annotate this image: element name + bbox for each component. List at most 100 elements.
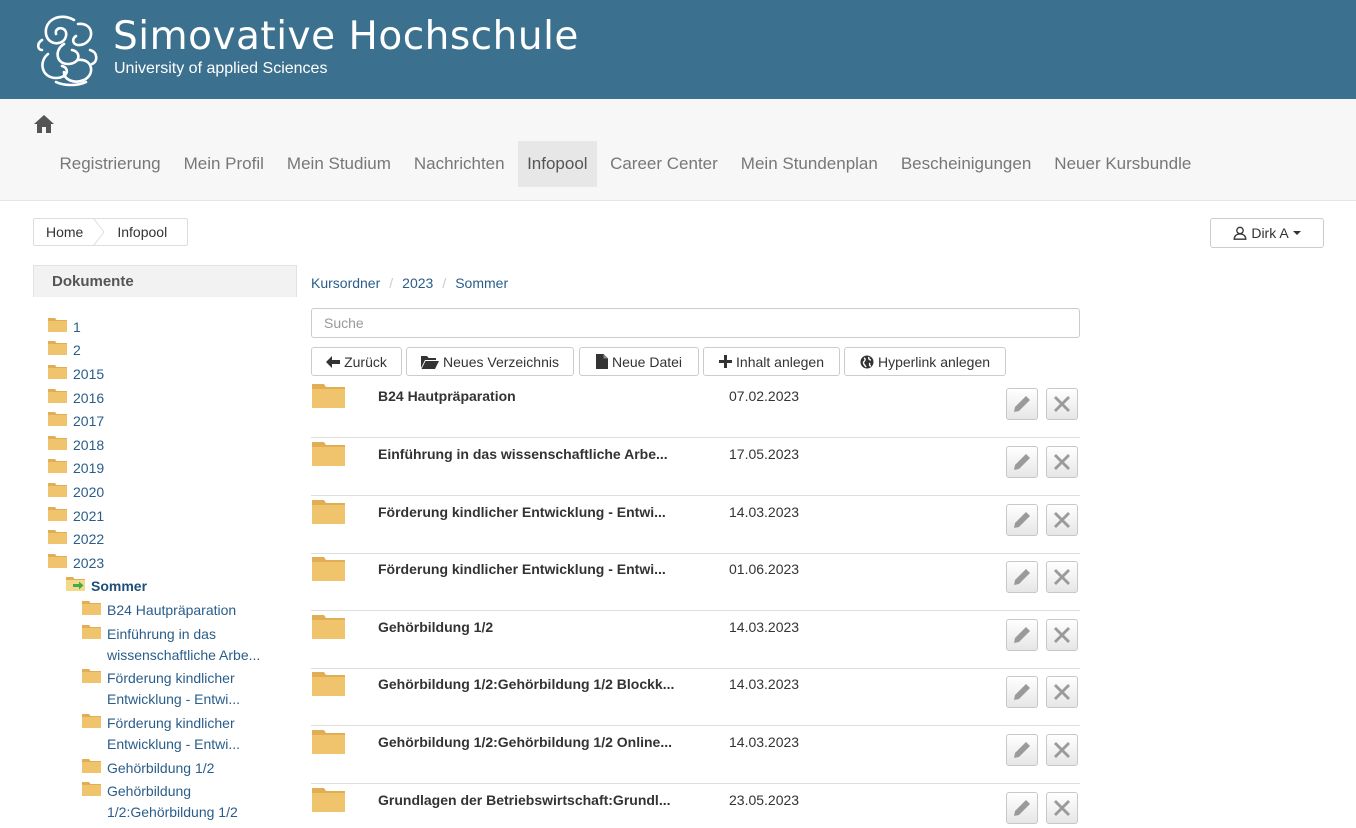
- tree-folder-2022[interactable]: 2022: [73, 529, 104, 550]
- edit-button[interactable]: [1006, 446, 1038, 478]
- pencil-icon: [1014, 627, 1030, 643]
- row-name[interactable]: Grundlagen der Betriebswirtschaft:Grundl…: [378, 792, 670, 808]
- folder-icon: [312, 442, 345, 466]
- tree-child-b24[interactable]: B24 Hautpräparation: [107, 600, 236, 621]
- tree-child-einfuehrung-line2[interactable]: wissenschaftliche Arbe...: [107, 645, 260, 666]
- tree-folder-2017[interactable]: 2017: [73, 411, 104, 432]
- tree-folder-2018[interactable]: 2018: [73, 435, 104, 456]
- home-icon[interactable]: [33, 113, 55, 135]
- edit-button[interactable]: [1006, 619, 1038, 651]
- tree-folder-2020[interactable]: 2020: [73, 482, 104, 503]
- nav-item-career-center[interactable]: Career Center: [599, 141, 730, 187]
- row-name[interactable]: Förderung kindlicher Entwicklung - Entwi…: [378, 561, 666, 577]
- folder-open-current-icon: [66, 577, 85, 591]
- folder-icon: [312, 500, 345, 524]
- nav-item-mein-profil[interactable]: Mein Profil: [172, 141, 275, 187]
- tree-child-gehoerbildung[interactable]: Gehörbildung 1/2: [107, 758, 214, 779]
- folder-icon: [48, 341, 67, 355]
- pencil-icon: [1014, 684, 1030, 700]
- row-date: 14.03.2023: [729, 676, 800, 692]
- table-row: Förderung kindlicher Entwicklung - Entwi…: [311, 496, 1080, 554]
- nav-item-mein-studium[interactable]: Mein Studium: [275, 141, 402, 187]
- folder-icon: [82, 759, 101, 773]
- folder-icon: [82, 782, 101, 796]
- tree-child-foerderung-b-line1[interactable]: Förderung kindlicher: [107, 713, 235, 734]
- breadcrumb-home-link[interactable]: Home: [34, 224, 95, 240]
- arrow-left-icon: [326, 355, 341, 368]
- folder-icon: [312, 615, 345, 639]
- row-date: 23.05.2023: [729, 792, 800, 808]
- nav-item-registrierung[interactable]: Registrierung: [48, 141, 172, 187]
- tree-folder-2016[interactable]: 2016: [73, 388, 104, 409]
- user-menu-button[interactable]: Dirk A: [1210, 218, 1324, 248]
- nav-item-infopool[interactable]: Infopool: [518, 141, 597, 187]
- folder-icon: [312, 788, 345, 812]
- delete-button[interactable]: [1046, 504, 1078, 536]
- table-row: Gehörbildung 1/2:Gehörbildung 1/2 Online…: [311, 726, 1080, 784]
- add-hyperlink-button[interactable]: Hyperlink anlegen: [844, 347, 1006, 376]
- add-hyperlink-button-label: Hyperlink anlegen: [877, 353, 991, 370]
- delete-button[interactable]: [1046, 734, 1078, 766]
- delete-button[interactable]: [1046, 619, 1078, 651]
- delete-button[interactable]: [1046, 676, 1078, 708]
- tree-folder-2021[interactable]: 2021: [73, 506, 104, 527]
- path-item-2023[interactable]: 2023: [402, 275, 433, 291]
- row-name[interactable]: Gehörbildung 1/2: [378, 619, 493, 635]
- new-directory-button[interactable]: Neues Verzeichnis: [406, 347, 574, 376]
- table-row: Förderung kindlicher Entwicklung - Entwi…: [311, 553, 1080, 611]
- add-content-button[interactable]: Inhalt anlegen: [703, 347, 840, 376]
- user-name: Dirk A: [1251, 225, 1289, 241]
- tree-child-gehoerbildung-2-line2[interactable]: 1/2:Gehörbildung 1/2: [107, 802, 238, 823]
- path-item-kursordner[interactable]: Kursordner: [311, 275, 380, 291]
- edit-button[interactable]: [1006, 676, 1038, 708]
- delete-button[interactable]: [1046, 446, 1078, 478]
- delete-button[interactable]: [1046, 792, 1078, 824]
- breadcrumb-current: Infopool: [117, 224, 168, 240]
- new-file-button-label: Neue Datei: [611, 353, 683, 370]
- tree-child-foerderung-a-line1[interactable]: Förderung kindlicher: [107, 668, 235, 689]
- nav-item-neuer-kursbundle[interactable]: Neuer Kursbundle: [1043, 141, 1203, 187]
- row-name[interactable]: Einführung in das wissenschaftliche Arbe…: [378, 446, 668, 462]
- tree-folder-2019[interactable]: 2019: [73, 458, 104, 479]
- row-name[interactable]: B24 Hautpräparation: [378, 388, 516, 404]
- tree-folder-2015[interactable]: 2015: [73, 364, 104, 385]
- folder-icon: [48, 507, 67, 521]
- tree-child-foerderung-b-line2[interactable]: Entwicklung - Entwi...: [107, 734, 240, 755]
- pencil-icon: [1014, 569, 1030, 585]
- row-date: 14.03.2023: [729, 734, 800, 750]
- nav-menu: Registrierung Mein Profil Mein Studium N…: [48, 141, 1203, 187]
- edit-button[interactable]: [1006, 388, 1038, 420]
- delete-button[interactable]: [1046, 388, 1078, 420]
- tree-folder-2[interactable]: 2: [73, 340, 81, 361]
- tree-child-gehoerbildung-2-line1[interactable]: Gehörbildung: [107, 781, 191, 802]
- close-icon: [1054, 512, 1070, 528]
- user-icon: [1233, 226, 1247, 240]
- nav-item-mein-stundenplan[interactable]: Mein Stundenplan: [729, 141, 889, 187]
- caret-down-icon: [1292, 231, 1301, 235]
- nav-item-bescheinigungen[interactable]: Bescheinigungen: [889, 141, 1042, 187]
- row-name[interactable]: Förderung kindlicher Entwicklung - Entwi…: [378, 504, 666, 520]
- edit-button[interactable]: [1006, 504, 1038, 536]
- header-banner: Simovative Hochschule University of appl…: [0, 0, 1356, 99]
- back-button[interactable]: Zurück: [311, 347, 402, 376]
- search-input[interactable]: [311, 308, 1080, 338]
- file-icon: [595, 354, 608, 369]
- university-logo-icon: [36, 15, 98, 87]
- close-icon: [1054, 454, 1070, 470]
- tree-child-einfuehrung-line1[interactable]: Einführung in das: [107, 624, 216, 645]
- path-item-sommer[interactable]: Sommer: [455, 275, 508, 291]
- tree-folder-sommer-current[interactable]: Sommer: [91, 576, 147, 597]
- edit-button[interactable]: [1006, 734, 1038, 766]
- tree-child-foerderung-a-line2[interactable]: Entwicklung - Entwi...: [107, 689, 240, 710]
- row-name[interactable]: Gehörbildung 1/2:Gehörbildung 1/2 Online…: [378, 734, 672, 750]
- row-name[interactable]: Gehörbildung 1/2:Gehörbildung 1/2 Blockk…: [378, 676, 674, 692]
- edit-button[interactable]: [1006, 792, 1038, 824]
- edit-button[interactable]: [1006, 561, 1038, 593]
- tree-folder-2023[interactable]: 2023: [73, 553, 104, 574]
- pencil-icon: [1014, 800, 1030, 816]
- delete-button[interactable]: [1046, 561, 1078, 593]
- row-date: 14.03.2023: [729, 619, 800, 635]
- nav-item-nachrichten[interactable]: Nachrichten: [402, 141, 516, 187]
- tree-folder-1[interactable]: 1: [73, 317, 81, 338]
- new-file-button[interactable]: Neue Datei: [579, 347, 699, 376]
